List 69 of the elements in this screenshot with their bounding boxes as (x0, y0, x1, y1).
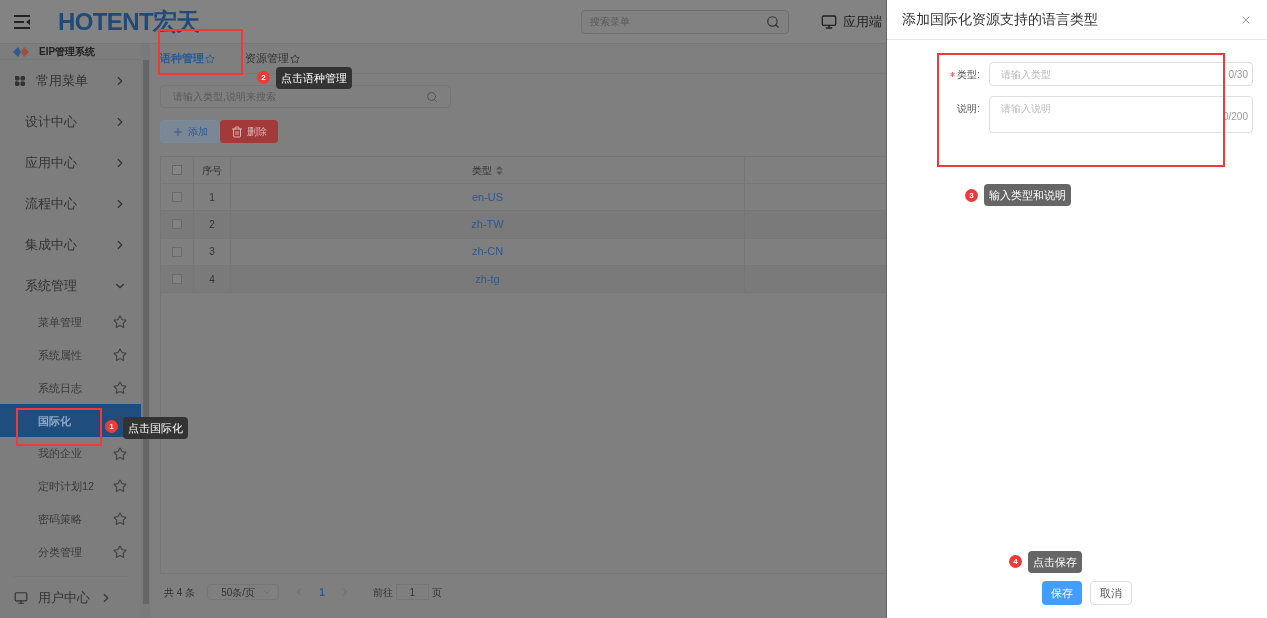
save-button[interactable]: 保存 (1042, 581, 1082, 605)
table-cell-text: 4 (209, 272, 215, 287)
select-all-checkbox[interactable] (172, 165, 182, 175)
trash-icon (231, 125, 243, 138)
star-icon[interactable] (290, 53, 300, 64)
table-cell-text: 2 (209, 217, 215, 232)
star-icon[interactable] (113, 512, 127, 527)
monitor-icon (14, 590, 28, 605)
system-title: EIP管理系统 (39, 45, 96, 59)
sidebar-item[interactable]: 菜单管理 (0, 306, 141, 339)
tab[interactable]: 语种管理 (160, 44, 215, 73)
monitor-icon (821, 13, 837, 30)
star-icon[interactable] (113, 315, 127, 330)
goto-label: 前往 (372, 585, 393, 600)
sidebar-item[interactable]: 定时计划12 (0, 470, 141, 503)
sort-icon[interactable] (496, 165, 503, 175)
sidebar-group[interactable]: 常用菜单 (0, 60, 141, 101)
sidebar-group[interactable]: 设计中心 (0, 101, 141, 142)
type-link[interactable]: zh-TW (471, 216, 504, 233)
delete-button[interactable]: 删除 (220, 120, 278, 143)
menu-icon[interactable] (14, 14, 30, 29)
type-link[interactable]: zh-tg (475, 270, 500, 288)
step-tooltip: 输入类型和说明 (984, 184, 1071, 206)
field-label: 说明: (957, 101, 980, 116)
search-icon (766, 14, 780, 29)
type-link[interactable]: en-US (471, 188, 504, 206)
page-suffix: 页 (431, 585, 442, 600)
page-size-select[interactable]: 50条/页 (207, 584, 280, 600)
column-header: 类型 (472, 163, 492, 178)
sidebar-item[interactable]: 密码策略 (0, 502, 141, 536)
sidebar-group[interactable]: 集成中心 (0, 224, 141, 265)
sidebar-group[interactable]: 用户中心 (14, 577, 127, 618)
star-icon[interactable] (113, 348, 127, 363)
required-mark-icon (950, 71, 956, 77)
step-tooltip: 点击语种管理 (276, 67, 352, 89)
sidebar-group[interactable]: 系统管理 (0, 265, 141, 306)
field-label: 类型: (957, 67, 980, 82)
type-link[interactable]: zh-CN (471, 243, 504, 260)
goto-page-field[interactable]: 1 (395, 584, 429, 600)
step-tooltip: 点击国际化 (123, 417, 188, 439)
add-button[interactable]: 添加 (160, 120, 220, 143)
row-checkbox[interactable] (172, 192, 182, 203)
char-counter: 0/30 (1228, 67, 1248, 82)
table-cell-text: 3 (209, 245, 215, 260)
star-icon[interactable] (113, 446, 127, 461)
logo-icon (13, 46, 29, 57)
star-icon[interactable] (113, 381, 127, 395)
total-count: 共 4 条 (164, 585, 196, 600)
step-tooltip: 点击保存 (1028, 551, 1082, 573)
sidebar-item[interactable]: 系统日志 (0, 371, 141, 405)
sidebar-group[interactable]: 流程中心 (0, 183, 141, 224)
row-checkbox[interactable] (172, 219, 182, 230)
app-link[interactable]: 应用端 (843, 11, 882, 32)
column-header: 序号 (202, 163, 222, 178)
star-icon[interactable] (205, 53, 215, 64)
sidebar-scrollbar[interactable] (141, 44, 150, 618)
row-checkbox[interactable] (172, 274, 182, 285)
search-icon (426, 90, 438, 103)
star-icon[interactable] (113, 479, 127, 494)
table-cell-text: 1 (209, 190, 215, 205)
star-icon[interactable] (113, 544, 127, 559)
sidebar-group[interactable]: 应用中心 (0, 142, 141, 183)
sidebar-item[interactable]: 分类管理 (0, 535, 141, 569)
row-checkbox[interactable] (172, 246, 182, 257)
page-number[interactable]: 1 (319, 584, 325, 600)
grid-icon (14, 74, 26, 87)
drawer-title: 添加国际化资源支持的语言类型 (902, 10, 1098, 29)
plus-icon (172, 125, 184, 138)
cancel-button[interactable]: 取消 (1090, 581, 1132, 605)
